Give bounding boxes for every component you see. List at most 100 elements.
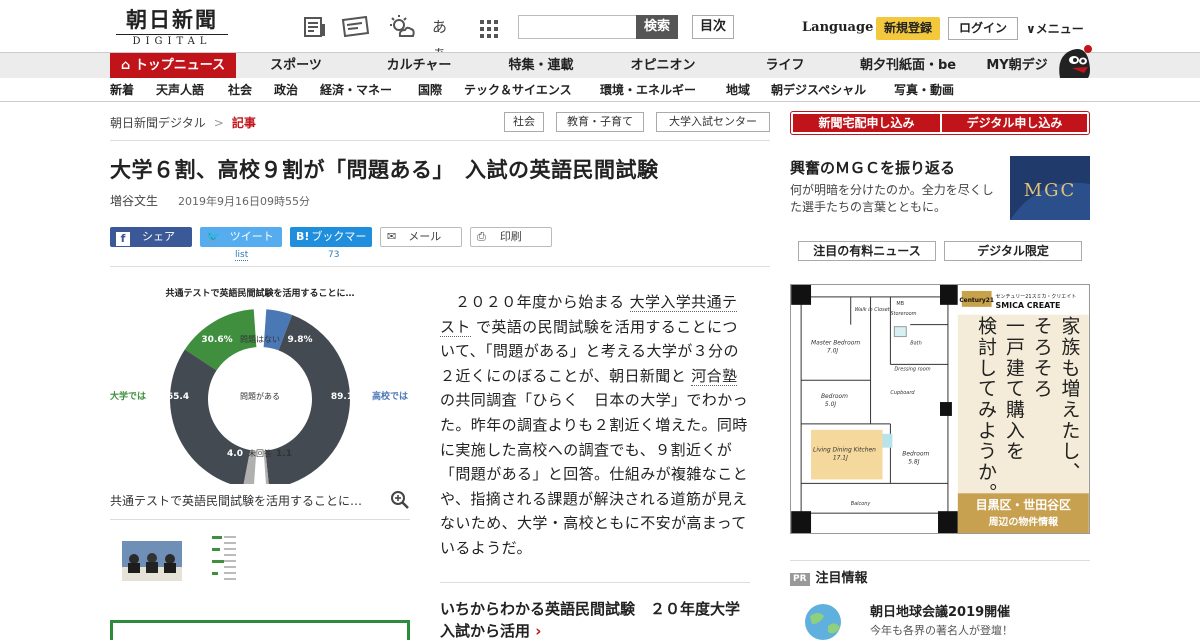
site-logo[interactable]: 朝日新聞 DIGITAL — [116, 8, 228, 48]
body-link[interactable]: 河合塾 — [691, 366, 738, 386]
ad-copy-char: 増 — [1062, 378, 1081, 400]
register-button[interactable]: 新規登録 — [876, 17, 940, 40]
promo-image[interactable]: MGC — [1010, 156, 1090, 220]
nav-opinion[interactable]: オピニオン — [618, 53, 708, 79]
twitter-share-button[interactable]: 🐦 ツイート — [200, 227, 282, 247]
promo-title[interactable]: 興奮のＭＧＣを振り返る — [790, 157, 955, 178]
font-size-icon[interactable]: あぁ — [432, 14, 458, 62]
toc-button[interactable]: 目次 — [692, 15, 734, 39]
tag-education[interactable]: 教育・子育て — [556, 112, 644, 132]
nav2-photo[interactable]: 写真・動画 — [894, 78, 954, 102]
ad-copy-char: そ — [1034, 358, 1053, 379]
chart-center-problem: 問題がある — [240, 391, 280, 401]
weather-icon[interactable] — [386, 14, 416, 40]
hatena-icon: B! — [296, 230, 310, 243]
ad-copy-char: う — [978, 442, 997, 463]
chart-label-univ-ok: 30.6% — [201, 335, 232, 345]
chart-slice-univ-1 — [170, 349, 251, 484]
grid-icon[interactable] — [478, 14, 500, 40]
ad-copy-char: ろ — [1034, 379, 1053, 400]
mascot-icon[interactable] — [1054, 42, 1094, 80]
nav2-society[interactable]: 社会 — [228, 78, 252, 102]
mail-share-button[interactable]: ✉ メール — [380, 227, 462, 247]
globe-icon[interactable] — [800, 600, 846, 640]
ad-copy-char: 家 — [1062, 316, 1081, 338]
divider — [110, 266, 770, 267]
tab-paid-news[interactable]: 注目の有料ニュース — [798, 241, 936, 261]
nav2-special[interactable]: 朝デジスペシャル — [771, 78, 866, 102]
ad-copy-char: ︑ — [1062, 461, 1081, 483]
ad-brand: センチュリー21スミカ・クリエイト — [996, 294, 1077, 300]
nav-features[interactable]: 特集・連載 — [496, 53, 586, 79]
nav2-international[interactable]: 国際 — [418, 78, 442, 102]
ad-room-label: Bedroom — [821, 393, 848, 400]
delivery-button[interactable]: 新聞宅配申し込み — [793, 114, 940, 132]
promo-box[interactable] — [110, 620, 410, 640]
article-author[interactable]: 増谷文生 — [110, 192, 158, 209]
nav-top-news[interactable]: ⌂ トップニュース — [110, 53, 236, 79]
nav2-politics[interactable]: 政治 — [274, 78, 298, 102]
search-button[interactable]: 検索 — [636, 15, 678, 39]
tag-center[interactable]: 大学入試センター — [656, 112, 770, 132]
print-button[interactable]: ⎙ 印刷 — [470, 227, 552, 247]
nav-my[interactable]: MY朝デジ — [980, 53, 1054, 79]
ad-area: 目黒区・世田谷区 — [976, 498, 1071, 512]
tab-digital-only[interactable]: デジタル限定 — [944, 241, 1082, 261]
menu-button[interactable]: ∨メニュー — [1026, 20, 1084, 37]
nav-culture[interactable]: カルチャー — [374, 53, 464, 79]
twitter-count[interactable]: list — [235, 250, 249, 261]
chart-label-high-ok: 9.8% — [288, 335, 313, 345]
breadcrumb-home[interactable]: 朝日新聞デジタル — [110, 116, 206, 130]
ad-copy-char: し — [978, 358, 997, 379]
nav-paper[interactable]: 朝夕刊紙面・be — [852, 53, 964, 79]
pr-title[interactable]: 朝日地球会議2019開催 — [870, 601, 1010, 620]
ad-brand-en: SMICA CREATE — [996, 301, 1061, 310]
zoom-icon[interactable] — [390, 490, 410, 510]
pr-heading: PR 注目情報 — [790, 567, 868, 586]
nav2-latest[interactable]: 新着 — [110, 78, 134, 102]
digital-signup-button[interactable]: デジタル申し込み — [942, 114, 1087, 132]
ad-copy-char: よ — [978, 421, 997, 442]
share-label: シェア — [142, 230, 175, 243]
ad-copy-char: 購 — [1006, 399, 1025, 421]
pr-subtitle: 今年も各界の著名人が登壇！ — [870, 624, 1013, 637]
nav2-economy[interactable]: 経済・マネー — [320, 78, 392, 102]
hatena-bookmark-button[interactable]: B! ブックマーク — [290, 227, 372, 263]
site-header: 朝日新聞 DIGITAL あぁ 検索 目次 Language 新規登録 ログイン… — [0, 0, 1200, 62]
ad-room-label: MB — [896, 301, 904, 307]
tag-society[interactable]: 社会 — [504, 112, 544, 132]
chart-label-univ-none: 4.0 — [227, 449, 243, 459]
related-title: いちからわかる英語民間試験 ２０年度大学入試から活用 — [440, 600, 741, 640]
ticket-icon[interactable] — [340, 14, 370, 40]
nav2-tech[interactable]: テック＆サイエンス — [464, 78, 572, 102]
promo-description: 何が明暗を分けたのか。全力を尽くした選手たちの言葉とともに。 — [790, 183, 994, 214]
ad-copy-char: て — [1006, 379, 1025, 400]
chart-center-none: 未回答 — [248, 448, 272, 458]
nav2-region[interactable]: 地域 — [726, 78, 750, 102]
language-link[interactable]: Language — [802, 20, 873, 35]
login-button[interactable]: ログイン — [948, 17, 1018, 40]
facebook-share-button[interactable]: f シェア — [110, 227, 192, 247]
thumbnail-photo[interactable] — [122, 541, 182, 581]
related-article-link[interactable]: いちからわかる英語民間試験 ２０年度大学入試から活用 › — [440, 598, 752, 642]
figure-caption[interactable]: 共通テストで英語民間試験を活用することに… — [110, 492, 362, 509]
nav2-tensei[interactable]: 天声人語 — [156, 78, 204, 102]
survey-chart[interactable]: 共通テストで英語民間試験を活用することに… 大学では 高校では 問題はない 問題… — [110, 284, 410, 484]
ad-room-label: 7.0J — [827, 347, 838, 354]
newspaper-icon[interactable] — [302, 14, 328, 40]
real-estate-ad[interactable]: Master Bedroom 7.0J Walk in Closet Store… — [790, 284, 1090, 534]
nav-life[interactable]: ライフ — [754, 53, 816, 79]
ad-copy-char: み — [978, 400, 997, 421]
home-icon: ⌂ — [120, 58, 135, 73]
nav2-environment[interactable]: 環境・エネルギー — [600, 78, 696, 102]
article-headline: 大学６割、高校９割が「問題ある」 入試の英語民間試験 — [110, 158, 659, 182]
twitter-icon: 🐦 — [206, 230, 220, 243]
secondary-nav: 新着 天声人語 社会 政治 経済・マネー 国際 テック＆サイエンス 環境・エネル… — [0, 78, 1200, 102]
divider — [110, 140, 770, 141]
nav-label: トップニュース — [134, 58, 226, 73]
nav-sports[interactable]: スポーツ — [258, 53, 334, 79]
search-input[interactable] — [518, 15, 636, 39]
thumbnail-chart[interactable] — [208, 530, 240, 590]
hatena-count[interactable]: 73 — [328, 250, 339, 260]
ad-copy-char: か — [978, 462, 997, 483]
